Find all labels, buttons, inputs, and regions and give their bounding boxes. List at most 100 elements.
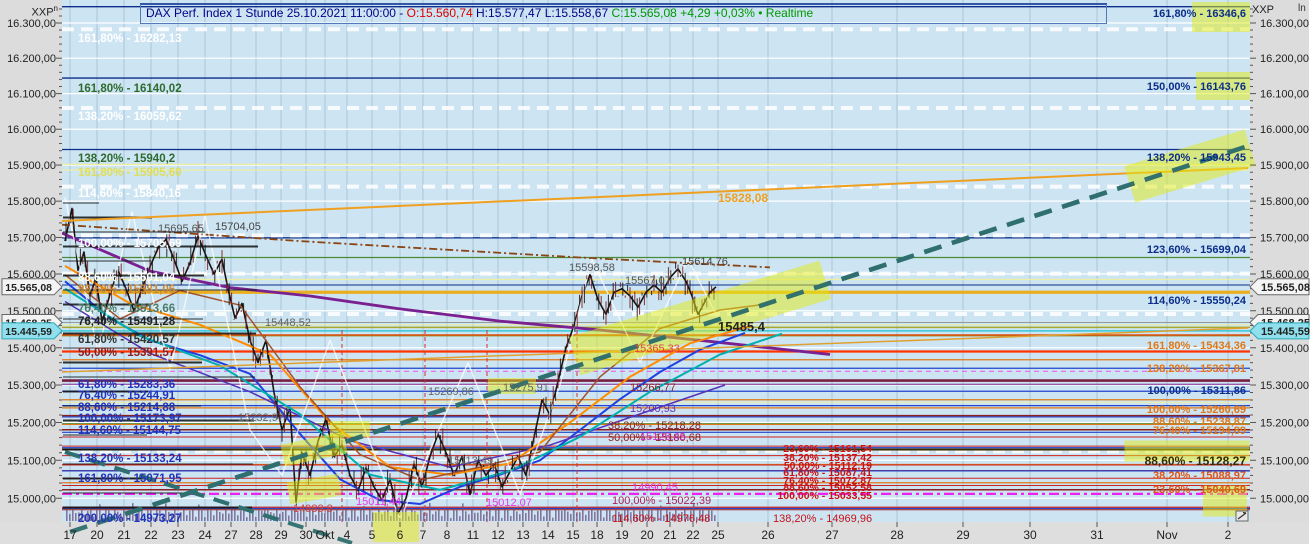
log-scale-indicator[interactable]: ln bbox=[1298, 3, 1306, 14]
window-edge bbox=[1309, 0, 1315, 544]
volume-bar bbox=[525, 512, 527, 521]
x-tick-label: 22 bbox=[686, 528, 700, 542]
annotation-label: 14990,45 bbox=[632, 482, 678, 494]
annotation-label: 15695,65 bbox=[158, 223, 204, 235]
volume-bar bbox=[426, 512, 428, 521]
volume-bar bbox=[435, 511, 437, 521]
right-axis-strip[interactable] bbox=[1250, 0, 1315, 522]
volume-bar bbox=[582, 508, 584, 521]
x-tick-label: 28 bbox=[890, 528, 904, 542]
annotation-label: 15567,07 bbox=[625, 275, 671, 287]
y-tick-label: 15.100,00 bbox=[1260, 455, 1309, 467]
fib-label-left: 100,00% - 15705,69 bbox=[78, 238, 182, 250]
volume-bar bbox=[438, 508, 440, 521]
chart-canvas[interactable]: 161,80% - 16282,13 161,80% - 16140,02 138,… bbox=[0, 0, 1315, 544]
annotation-label: 15614,76 bbox=[682, 256, 728, 268]
fib-label-left: 76,40% - 15244,91 bbox=[78, 390, 176, 402]
y-tick-label: 15.000,00 bbox=[1260, 493, 1309, 505]
volume-bar bbox=[486, 511, 488, 521]
highlight-marker bbox=[330, 421, 370, 437]
price-tag[interactable]: 15.565,08 bbox=[1249, 278, 1310, 296]
annotation-label: 15200,93 bbox=[630, 403, 676, 415]
volume-bar bbox=[339, 515, 341, 521]
volume-bar bbox=[213, 515, 215, 521]
volume-bar bbox=[240, 510, 242, 521]
volume-bar bbox=[477, 512, 479, 521]
volume-bar bbox=[600, 509, 602, 521]
y-tick-label: 15.900,00 bbox=[7, 160, 56, 172]
x-tick-label: 14 bbox=[541, 528, 555, 542]
volume-bar bbox=[192, 508, 194, 521]
volume-bar bbox=[492, 516, 494, 521]
annotation-label: 14983,8 bbox=[293, 503, 333, 515]
volume-bar bbox=[75, 512, 77, 521]
annotation-label: 100,00% - 15022,39 bbox=[612, 495, 711, 507]
left-axis-symbol-sup: n bbox=[53, 4, 58, 13]
volume-bar bbox=[345, 508, 347, 521]
y-tick-label: 16.000,00 bbox=[1260, 124, 1309, 136]
fib-label-left: 161,80% - 15071,95 bbox=[78, 473, 182, 485]
x-tick-label: 22 bbox=[144, 528, 158, 542]
price-tag[interactable]: 15.445,59 bbox=[1249, 322, 1310, 340]
fib-label-left: 76,40% - 15491,28 bbox=[78, 316, 176, 328]
volume-bar bbox=[246, 517, 248, 521]
volume-bar bbox=[474, 512, 476, 521]
annotation-label: 15448,52 bbox=[265, 317, 311, 329]
volume-bar bbox=[429, 503, 431, 521]
y-tick-label: 16.200,00 bbox=[7, 53, 56, 65]
volume-bar bbox=[204, 517, 206, 521]
y-tick-label: 15.700,00 bbox=[7, 232, 56, 244]
x-tick-label: Nov bbox=[1156, 528, 1177, 542]
volume-bar bbox=[231, 506, 233, 521]
y-tick-label: 16.200,00 bbox=[1260, 53, 1309, 65]
volume-bar bbox=[462, 503, 464, 521]
volume-bar bbox=[186, 515, 188, 521]
y-tick-label: 15.300,00 bbox=[1260, 380, 1309, 392]
volume-bar bbox=[234, 508, 236, 521]
fib-label-left: 76,40% - 15513,66 bbox=[78, 303, 175, 315]
left-axis-strip[interactable] bbox=[0, 0, 62, 522]
y-tick-label: 16.000,00 bbox=[7, 124, 56, 136]
volume-bar bbox=[588, 510, 590, 521]
x-tick-label: 31 bbox=[1090, 528, 1104, 542]
volume-bar bbox=[195, 516, 197, 521]
chart-title-bar: DAX Perf. Index 1 Stunde 25.10.2021 11:0… bbox=[140, 3, 1107, 24]
volume-bar bbox=[558, 510, 560, 521]
fib-label-right: 38,20% - 15088,97 bbox=[1153, 470, 1246, 482]
y-tick-label: 16.100,00 bbox=[1260, 89, 1309, 101]
volume-bar bbox=[342, 510, 344, 521]
volume-bar bbox=[453, 509, 455, 521]
annotation-label: 15598,58 bbox=[569, 262, 615, 274]
volume-bar bbox=[183, 508, 185, 521]
volume-bar bbox=[531, 508, 533, 521]
annotation-label: 15485,4 bbox=[718, 319, 766, 334]
volume-bar bbox=[534, 514, 536, 521]
volume-bar bbox=[225, 508, 227, 521]
title-high-low: H:15.577,47 L:15.558,67 bbox=[476, 6, 612, 20]
x-tick-label: 27 bbox=[224, 528, 238, 542]
y-tick-label: 16.100,00 bbox=[7, 89, 56, 101]
volume-bar bbox=[573, 508, 575, 521]
fib-label-left: 114,60% - 15840,16 bbox=[78, 188, 181, 200]
volume-bar bbox=[570, 513, 572, 521]
x-axis-strip[interactable] bbox=[0, 522, 1315, 544]
volume-bar bbox=[366, 514, 368, 521]
volume-bar bbox=[72, 508, 74, 521]
x-tick-label: 24 bbox=[198, 528, 212, 542]
y-tick-label: 15.000,00 bbox=[7, 493, 56, 505]
volume-bar bbox=[489, 508, 491, 521]
fib-label-left: 138,20% - 15133,24 bbox=[78, 453, 182, 465]
y-tick-label: 15.400,00 bbox=[7, 343, 56, 355]
fib-label-center: 100,00% - 15033,55 bbox=[777, 490, 872, 502]
annotation-label: 15126,45 bbox=[640, 431, 686, 443]
price-tag[interactable]: 15.565,08 bbox=[1, 278, 63, 296]
price-tag[interactable]: 15.445,59 bbox=[1, 322, 63, 340]
annotation-label: 15275,91 bbox=[503, 382, 549, 394]
fib-label-left: 138,20% - 15940,2 bbox=[78, 153, 175, 165]
volume-bar bbox=[714, 515, 716, 521]
x-tick-label: 23 bbox=[171, 528, 185, 542]
resize-handle[interactable] bbox=[1235, 510, 1249, 522]
volume-bar bbox=[201, 509, 203, 521]
volume-bar bbox=[504, 508, 506, 521]
fib-label-right: 161,80% - 16346,6 bbox=[1153, 8, 1246, 20]
